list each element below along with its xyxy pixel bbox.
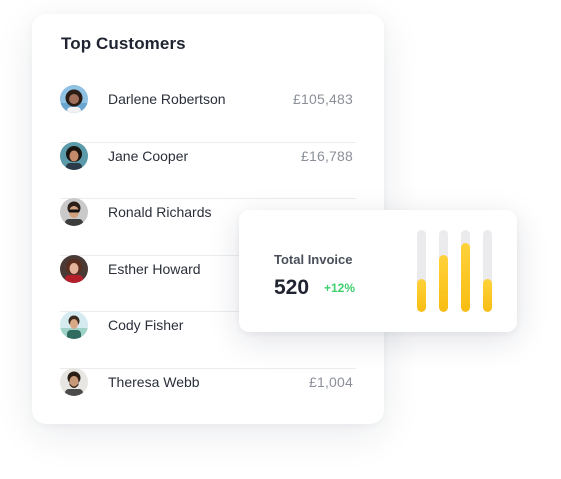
- invoice-bar-fill: [483, 279, 492, 312]
- customer-amount: £1,004: [308, 373, 353, 390]
- avatar: [60, 198, 88, 227]
- invoice-change: +12%: [324, 281, 356, 295]
- invoice-bar-1: [417, 230, 426, 312]
- total-invoice-card: Total Invoice 520 +12%: [239, 210, 517, 332]
- customer-name: Jane Cooper: [108, 147, 189, 164]
- avatar: [60, 254, 88, 283]
- invoice-bar-fill: [461, 243, 470, 312]
- customer-row[interactable]: Darlene Robertson £105,483: [60, 85, 356, 143]
- avatar: [60, 367, 88, 396]
- customer-name: Cody Fisher: [108, 317, 184, 334]
- invoice-bar-2: [439, 230, 448, 312]
- invoice-bar-3: [461, 230, 470, 312]
- page: Top Customers Darlene Robertson £105,483: [0, 0, 561, 479]
- card-title: Top Customers: [61, 34, 186, 53]
- customer-name: Darlene Robertson: [108, 91, 226, 107]
- customer-row[interactable]: Theresa Webb £1,004: [60, 367, 356, 426]
- invoice-value: 520: [274, 276, 310, 299]
- invoice-bar-fill: [439, 254, 448, 312]
- avatar: [60, 311, 88, 340]
- customer-name: Ronald Richards: [108, 204, 212, 221]
- avatar: [60, 85, 88, 113]
- customer-row[interactable]: Jane Cooper £16,788: [60, 141, 356, 200]
- avatar: [60, 141, 88, 170]
- invoice-bar-fill: [417, 279, 426, 312]
- customer-amount: £105,483: [293, 91, 353, 107]
- customer-amount: £16,788: [300, 147, 353, 164]
- customer-name: Theresa Webb: [108, 373, 200, 390]
- customer-name: Esther Howard: [108, 260, 201, 277]
- invoice-bar-4: [483, 230, 492, 312]
- invoice-label: Total Invoice: [274, 252, 353, 267]
